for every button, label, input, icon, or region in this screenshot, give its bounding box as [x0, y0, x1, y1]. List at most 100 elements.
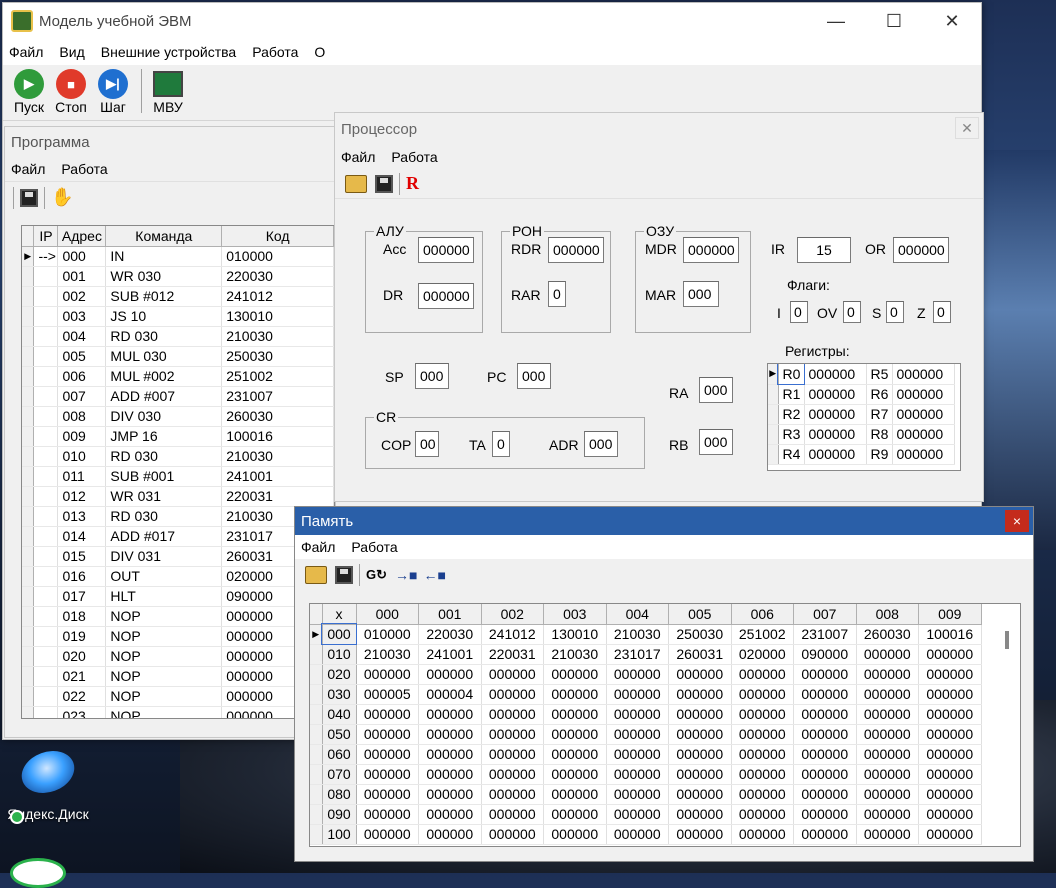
load-to-memory-icon[interactable]: →■	[395, 567, 417, 583]
memory-cell[interactable]: 000000	[606, 824, 669, 845]
memory-row[interactable]: 020 000000 000000 000000 000000 000000 000000 0…	[310, 664, 982, 685]
memory-cell[interactable]: 000000	[481, 824, 544, 845]
memory-cell[interactable]: 000000	[418, 704, 482, 725]
memory-cell[interactable]: 000000	[481, 724, 544, 745]
registers-grid[interactable]: ▶ R0 000000 R5 000000 R1 000000 R6 000000 R2 00000…	[767, 363, 961, 471]
memory-cell[interactable]: 000000	[606, 804, 669, 825]
command-cell[interactable]: JMP 16	[105, 426, 223, 447]
flag-ov-field[interactable]: 0	[843, 301, 861, 323]
memory-cell[interactable]: 000000	[856, 724, 919, 745]
command-cell[interactable]: JS 10	[105, 306, 223, 327]
load-from-memory-icon[interactable]: ←■	[423, 567, 445, 583]
register-row[interactable]: R4 000000 R9 000000	[768, 444, 955, 465]
memory-cell[interactable]: 000000	[668, 744, 732, 765]
command-cell[interactable]: SUB #001	[105, 466, 223, 487]
memory-cell[interactable]: 220030	[418, 624, 482, 645]
memory-cell[interactable]: 000000	[793, 704, 857, 725]
mdr-field[interactable]: 000000	[683, 237, 739, 263]
memory-menu-work[interactable]: Работа	[351, 539, 397, 555]
program-row[interactable]: 009 JMP 16 100016	[22, 426, 334, 447]
memory-cell[interactable]: 000000	[731, 824, 794, 845]
mvu-button[interactable]: МВУ	[148, 69, 188, 116]
memory-cell[interactable]: 000000	[856, 644, 919, 665]
memory-grid[interactable]: x 000 001 002 003 004 005 006 007 008 009 ▶ 000 0100…	[309, 603, 1021, 847]
processor-menu-work[interactable]: Работа	[391, 149, 437, 165]
memory-cell[interactable]: 000000	[418, 744, 482, 765]
program-row[interactable]: 001 WR 030 220030	[22, 266, 334, 287]
memory-cell[interactable]: 000000	[418, 724, 482, 745]
memory-cell[interactable]: 210030	[606, 624, 669, 645]
memory-cell[interactable]: 000000	[918, 664, 982, 685]
memory-cell[interactable]: 220031	[481, 644, 544, 665]
memory-cell[interactable]: 000000	[856, 684, 919, 705]
program-row[interactable]: 014 ADD #017 231017	[22, 526, 334, 547]
command-cell[interactable]: RD 030	[105, 446, 223, 467]
command-cell[interactable]: MUL #002	[105, 366, 223, 387]
flag-z-field[interactable]: 0	[933, 301, 951, 323]
memory-cell[interactable]: 000000	[356, 704, 419, 725]
register-row[interactable]: R3 000000 R8 000000	[768, 424, 955, 445]
rdr-field[interactable]: 000000	[548, 237, 604, 263]
memory-cell[interactable]: 000000	[793, 784, 857, 805]
memory-cell[interactable]: 231007	[793, 624, 857, 645]
memory-row[interactable]: 090 000000 000000 000000 000000 000000 000000 0…	[310, 804, 982, 825]
or-field[interactable]: 000000	[893, 237, 949, 263]
memory-cell[interactable]: 250030	[668, 624, 732, 645]
memory-cell[interactable]: 000000	[481, 744, 544, 765]
program-row[interactable]: 019 NOP 000000	[22, 626, 334, 647]
memory-cell[interactable]: 000000	[418, 804, 482, 825]
memory-cell[interactable]: 000000	[481, 684, 544, 705]
memory-cell[interactable]: 130010	[543, 624, 607, 645]
memory-cell[interactable]: 000000	[793, 764, 857, 785]
memory-cell[interactable]: 000000	[793, 744, 857, 765]
memory-cell[interactable]: 241001	[418, 644, 482, 665]
memory-cell[interactable]: 000000	[481, 704, 544, 725]
command-cell[interactable]: NOP	[105, 706, 223, 718]
command-cell[interactable]: RD 030	[105, 326, 223, 347]
memory-cell[interactable]: 000000	[668, 684, 732, 705]
open-folder-icon[interactable]	[345, 174, 367, 193]
memory-cell[interactable]: 000000	[918, 644, 982, 665]
memory-cell[interactable]: 000000	[731, 684, 794, 705]
program-row[interactable]: 004 RD 030 210030	[22, 326, 334, 347]
memory-cell[interactable]: 020000	[731, 644, 794, 665]
program-row[interactable]: 018 NOP 000000	[22, 606, 334, 627]
memory-title-bar[interactable]: Память	[295, 507, 1033, 535]
memory-row[interactable]: 010 210030 241001 220031 210030 231017 260031 0…	[310, 644, 982, 665]
program-row[interactable]: 023 NOP 000000	[22, 706, 334, 718]
memory-cell[interactable]: 241012	[481, 624, 544, 645]
program-row[interactable]: 011 SUB #001 241001	[22, 466, 334, 487]
command-cell[interactable]: ADD #017	[105, 526, 223, 547]
memory-cell[interactable]: 000000	[543, 684, 607, 705]
flag-i-field[interactable]: 0	[790, 301, 808, 323]
memory-row[interactable]: 060 000000 000000 000000 000000 000000 000000 0…	[310, 744, 982, 765]
memory-cell[interactable]: 000000	[606, 744, 669, 765]
memory-cell[interactable]: 000000	[793, 804, 857, 825]
memory-cell[interactable]: 000000	[856, 804, 919, 825]
command-cell[interactable]: NOP	[105, 666, 223, 687]
memory-cell[interactable]: 000000	[356, 744, 419, 765]
memory-cell[interactable]: 000000	[918, 744, 982, 765]
memory-row[interactable]: 030 000005 000004 000000 000000 000000 000000 0…	[310, 684, 982, 705]
maximize-button[interactable]: ☐	[865, 3, 923, 39]
memory-scrollbar-thumb[interactable]	[1005, 631, 1009, 649]
memory-cell[interactable]: 000000	[543, 744, 607, 765]
command-cell[interactable]: NOP	[105, 626, 223, 647]
program-menu-work[interactable]: Работа	[61, 161, 107, 177]
memory-cell[interactable]: 100016	[918, 624, 982, 645]
program-row[interactable]: 005 MUL 030 250030	[22, 346, 334, 367]
mar-field[interactable]: 000	[683, 281, 719, 307]
memory-cell[interactable]: 000000	[606, 784, 669, 805]
command-cell[interactable]: NOP	[105, 606, 223, 627]
open-folder-icon[interactable]	[305, 566, 327, 584]
program-row[interactable]: 010 RD 030 210030	[22, 446, 334, 467]
command-cell[interactable]: SUB #012	[105, 286, 223, 307]
menu-work[interactable]: Работа	[252, 44, 298, 60]
processor-menu-file[interactable]: Файл	[341, 149, 375, 165]
menu-devices[interactable]: Внешние устройства	[101, 44, 236, 60]
memory-cell[interactable]: 210030	[543, 644, 607, 665]
program-grid[interactable]: IP Адрес Команда Код ▶ --> 000 IN 010000 001 W…	[21, 225, 335, 719]
memory-cell[interactable]: 000000	[731, 664, 794, 685]
memory-close-button[interactable]: ×	[1005, 510, 1029, 532]
run-button[interactable]: ▶ Пуск	[9, 69, 49, 116]
